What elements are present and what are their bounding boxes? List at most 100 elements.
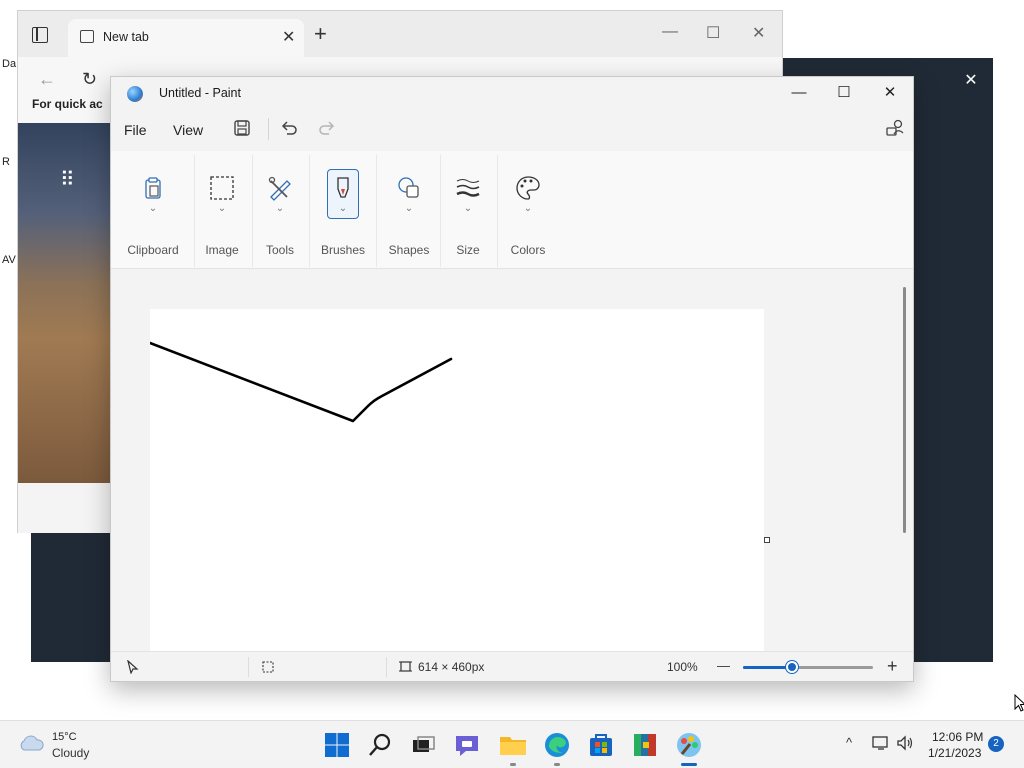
account-settings-icon[interactable] xyxy=(885,119,905,137)
chevron-down-icon: ⌄ xyxy=(463,203,473,214)
task-view-icon xyxy=(413,736,435,752)
paint-icon xyxy=(677,733,701,757)
browser-close-button[interactable]: ✕ xyxy=(752,23,765,43)
running-indicator xyxy=(510,763,516,766)
new-tab-button[interactable]: + xyxy=(314,23,327,45)
undo-icon[interactable] xyxy=(279,118,299,138)
menu-view[interactable]: View xyxy=(173,122,203,138)
browser-maximize-button[interactable]: ☐ xyxy=(706,23,720,43)
archive-icon xyxy=(634,734,656,756)
close-button[interactable]: ✕ xyxy=(867,81,913,107)
desktop-label-1: Da xyxy=(2,58,17,70)
chat-button[interactable] xyxy=(452,730,482,760)
cloud-icon[interactable] xyxy=(18,734,44,752)
status-divider xyxy=(248,657,249,677)
browser-tab-new[interactable]: New tab ✕ xyxy=(68,19,304,57)
active-indicator xyxy=(681,763,697,766)
edge-icon xyxy=(545,733,569,757)
maximize-button[interactable]: ☐ xyxy=(821,81,867,107)
chevron-up-icon[interactable]: ^ xyxy=(846,735,852,750)
ribbon-group-brushes[interactable]: ⌄ Brushes xyxy=(313,151,373,269)
network-icon[interactable] xyxy=(872,735,890,751)
chevron-down-icon: ⌄ xyxy=(148,203,158,214)
store-button[interactable] xyxy=(586,730,616,760)
weather-condition[interactable]: Cloudy xyxy=(52,746,89,760)
ribbon-label-tools: Tools xyxy=(265,243,294,257)
minimize-button[interactable]: — xyxy=(776,81,822,107)
overlay-close-button[interactable]: ✕ xyxy=(960,70,982,92)
ribbon-group-image[interactable]: ⌄ Image xyxy=(197,151,247,269)
ribbon-group-tools[interactable]: ⌄ Tools xyxy=(255,151,305,269)
new-tab-favicon-icon xyxy=(80,30,94,43)
tab-close-icon[interactable]: ✕ xyxy=(282,27,295,47)
ribbon-label-colors: Colors xyxy=(510,243,546,257)
brush-icon xyxy=(337,177,349,198)
ribbon-group-size[interactable]: ⌄ Size xyxy=(443,151,493,269)
zoom-slider-thumb[interactable] xyxy=(786,661,799,673)
ribbon: ⌄ Clipboard ⌄ Image ⌄ Tools ⌄ Brushes ⌄ … xyxy=(111,151,913,269)
ribbon-group-shapes[interactable]: ⌄ Shapes xyxy=(379,151,439,269)
refresh-icon[interactable]: ↻ xyxy=(82,69,97,90)
ribbon-group-clipboard[interactable]: ⌄ Clipboard xyxy=(121,151,185,269)
zoom-slider-fill xyxy=(743,666,793,669)
ribbon-group-colors[interactable]: ⌄ Colors xyxy=(501,151,555,269)
clock-time[interactable]: 12:06 PM xyxy=(932,730,983,744)
browser-footer xyxy=(18,483,118,533)
chevron-down-icon: ⌄ xyxy=(404,203,414,214)
weather-temperature[interactable]: 15°C xyxy=(52,731,77,743)
canvas-resize-handle[interactable] xyxy=(764,537,770,543)
hero-image: ⠿ xyxy=(18,123,118,483)
vertical-scrollbar[interactable] xyxy=(903,287,906,533)
ribbon-label-clipboard: Clipboard xyxy=(127,243,179,257)
zoom-slider[interactable] xyxy=(743,661,873,673)
paint-app-icon xyxy=(127,86,143,102)
redo-icon[interactable] xyxy=(317,118,337,138)
status-bar: 614 × 460px 100% — + xyxy=(111,651,913,681)
mouse-cursor-icon xyxy=(1014,694,1024,712)
taskbar: 15°C Cloudy ^ 12:06 PM 1/21/2023 2 xyxy=(0,720,1024,768)
winrar-button[interactable] xyxy=(630,730,660,760)
ribbon-label-shapes: Shapes xyxy=(388,243,430,257)
quick-access-text: For quick ac xyxy=(32,97,103,111)
chevron-down-icon: ⌄ xyxy=(275,203,285,214)
apps-grid-icon[interactable]: ⠿ xyxy=(60,167,75,192)
status-divider xyxy=(386,657,387,677)
folder-icon xyxy=(500,737,526,755)
file-explorer-button[interactable] xyxy=(498,730,528,766)
edge-button[interactable] xyxy=(542,730,572,766)
selection-icon xyxy=(210,176,234,200)
volume-icon[interactable] xyxy=(896,735,914,751)
canvas-workspace xyxy=(111,269,913,651)
chevron-down-icon: ⌄ xyxy=(217,203,227,214)
desktop-label-3: AV xyxy=(2,254,16,266)
save-icon[interactable] xyxy=(233,119,251,137)
zoom-in-button[interactable]: + xyxy=(887,656,898,677)
ribbon-divider xyxy=(194,155,195,267)
running-indicator xyxy=(554,763,560,766)
task-view-button[interactable] xyxy=(408,730,438,760)
desktop-label-2: R xyxy=(2,156,10,168)
tab-actions-icon[interactable] xyxy=(32,27,48,43)
ribbon-divider xyxy=(440,155,441,267)
back-icon[interactable]: ← xyxy=(38,69,56,90)
canvas-size-text: 614 × 460px xyxy=(418,660,485,674)
drawn-stroke xyxy=(150,341,453,423)
windows-logo-icon xyxy=(325,733,349,757)
chevron-down-icon: ⌄ xyxy=(338,203,348,214)
size-icon xyxy=(456,179,480,197)
clock-date[interactable]: 1/21/2023 xyxy=(928,746,981,760)
notification-badge[interactable]: 2 xyxy=(988,736,1004,752)
zoom-percent[interactable]: 100% xyxy=(667,660,698,674)
menu-file[interactable]: File xyxy=(124,122,147,138)
browser-tab-bar: New tab ✕ + — ☐ ✕ xyxy=(18,11,782,57)
window-title: Untitled - Paint xyxy=(159,86,241,100)
store-icon xyxy=(590,734,612,756)
toolbar-divider xyxy=(268,118,269,140)
drawing-canvas[interactable] xyxy=(150,309,764,651)
ribbon-divider xyxy=(252,155,253,267)
start-button[interactable] xyxy=(322,730,352,760)
search-button[interactable] xyxy=(366,730,396,760)
paint-taskbar-button[interactable] xyxy=(674,730,704,766)
zoom-out-button[interactable]: — xyxy=(717,658,730,673)
browser-minimize-button[interactable]: — xyxy=(662,23,678,41)
